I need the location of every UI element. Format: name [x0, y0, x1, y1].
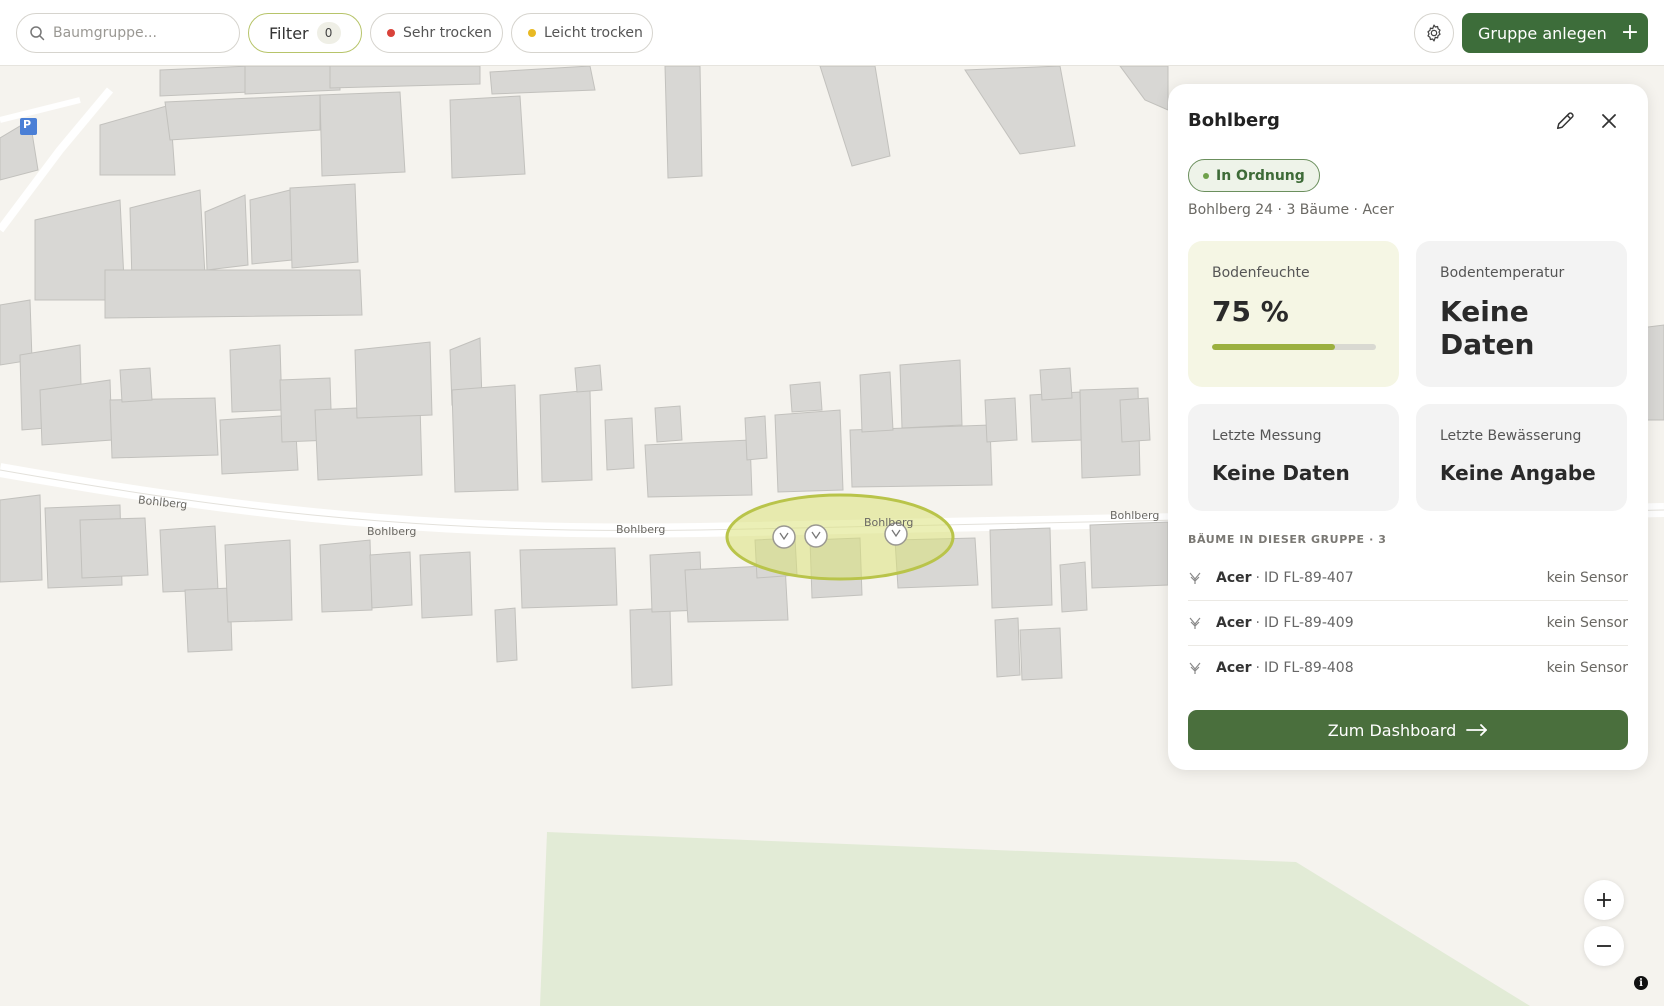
filter-button[interactable]: Filter 0 [248, 13, 362, 53]
edit-button[interactable] [1550, 106, 1580, 136]
last-watering-label: Letzte Bewässerung [1440, 428, 1582, 444]
plus-icon [1597, 893, 1611, 907]
tree-id: ID FL-89-407 [1264, 569, 1354, 586]
tree-separator: · [1255, 659, 1260, 676]
soil-moisture-value: 75 % [1212, 295, 1289, 328]
tree-list-item[interactable]: Acer · ID FL-89-408 kein Sensor [1188, 645, 1628, 690]
soil-moisture-card: Bodenfeuchte 75 % [1188, 241, 1399, 387]
soil-temperature-label: Bodentemperatur [1440, 265, 1565, 281]
very-dry-label: Sehr trocken [403, 25, 492, 41]
top-bar: Filter 0 Sehr trocken Leicht trocken Gru… [0, 0, 1664, 66]
zoom-out-button[interactable] [1584, 926, 1624, 966]
zoom-in-button[interactable] [1584, 880, 1624, 920]
tree-icon [1188, 661, 1204, 675]
tree-list-item[interactable]: Acer · ID FL-89-407 kein Sensor [1188, 555, 1628, 600]
close-icon [1602, 114, 1616, 128]
add-group-label: Gruppe anlegen [1478, 23, 1607, 43]
street-label: Bohlberg [864, 516, 914, 529]
tree-group-area[interactable] [725, 493, 955, 581]
dashboard-label: Zum Dashboard [1327, 720, 1457, 740]
status-dot-icon [1203, 172, 1209, 179]
pencil-icon [1556, 112, 1574, 130]
group-meta: Bohlberg 24 · 3 Bäume · Acer [1188, 202, 1394, 218]
last-measurement-value: Keine Daten [1212, 461, 1350, 485]
info-icon[interactable]: i [1634, 976, 1648, 990]
last-watering-value: Keine Angabe [1440, 461, 1596, 485]
tree-separator: · [1255, 569, 1260, 586]
slightly-dry-dot-icon [528, 29, 536, 37]
search-icon [30, 26, 45, 41]
tree-sensor-status: kein Sensor [1546, 614, 1628, 631]
filter-count-badge: 0 [316, 22, 341, 44]
tree-name: Acer [1216, 569, 1252, 586]
soil-temperature-value: Keine Daten [1440, 295, 1535, 361]
street-label: Bohlberg [616, 523, 666, 536]
filter-chip-very-dry[interactable]: Sehr trocken [370, 13, 503, 53]
search-box[interactable] [16, 13, 240, 53]
gear-icon [1427, 24, 1441, 42]
close-button[interactable] [1594, 106, 1624, 136]
plus-icon: + [1620, 20, 1640, 45]
tree-icon [1188, 571, 1204, 585]
status-badge: In Ordnung [1188, 159, 1320, 192]
tree-list-item[interactable]: Acer · ID FL-89-409 kein Sensor [1188, 600, 1628, 645]
tree-separator: · [1255, 614, 1260, 631]
tree-id: ID FL-89-408 [1264, 659, 1354, 676]
filter-chip-slightly-dry[interactable]: Leicht trocken [511, 13, 653, 53]
street-label: Bohlberg [367, 525, 417, 538]
slightly-dry-label: Leicht trocken [544, 25, 643, 41]
add-group-button[interactable]: Gruppe anlegen + [1462, 13, 1648, 53]
tree-name: Acer [1216, 659, 1252, 676]
group-detail-panel: Bohlberg In Ordnung Bohlberg 24 · 3 Bäum… [1168, 84, 1648, 770]
tree-sensor-status: kein Sensor [1546, 569, 1628, 586]
tree-name: Acer [1216, 614, 1252, 631]
soil-moisture-bar-fill [1212, 344, 1335, 350]
last-watering-card: Letzte Bewässerung Keine Angabe [1416, 404, 1627, 511]
tree-icon [1188, 616, 1204, 630]
last-measurement-card: Letzte Messung Keine Daten [1188, 404, 1399, 511]
search-input[interactable] [53, 25, 223, 41]
soil-moisture-bar [1212, 344, 1376, 350]
settings-button[interactable] [1414, 13, 1454, 53]
panel-title: Bohlberg [1188, 110, 1280, 131]
last-measurement-label: Letzte Messung [1212, 428, 1322, 444]
status-label: In Ordnung [1216, 167, 1305, 184]
soil-moisture-label: Bodenfeuchte [1212, 265, 1310, 281]
filter-label: Filter [269, 23, 309, 43]
very-dry-dot-icon [387, 29, 395, 37]
minus-icon [1597, 945, 1611, 947]
arrow-right-icon [1466, 724, 1488, 736]
street-label: Bohlberg [1110, 509, 1160, 522]
trees-section-heading: BÄUME IN DIESER GRUPPE · 3 [1188, 533, 1387, 546]
tree-id: ID FL-89-409 [1264, 614, 1354, 631]
dashboard-button[interactable]: Zum Dashboard [1188, 710, 1628, 750]
parking-label: P [23, 118, 32, 131]
tree-sensor-status: kein Sensor [1546, 659, 1628, 676]
soil-temperature-card: Bodentemperatur Keine Daten [1416, 241, 1627, 387]
